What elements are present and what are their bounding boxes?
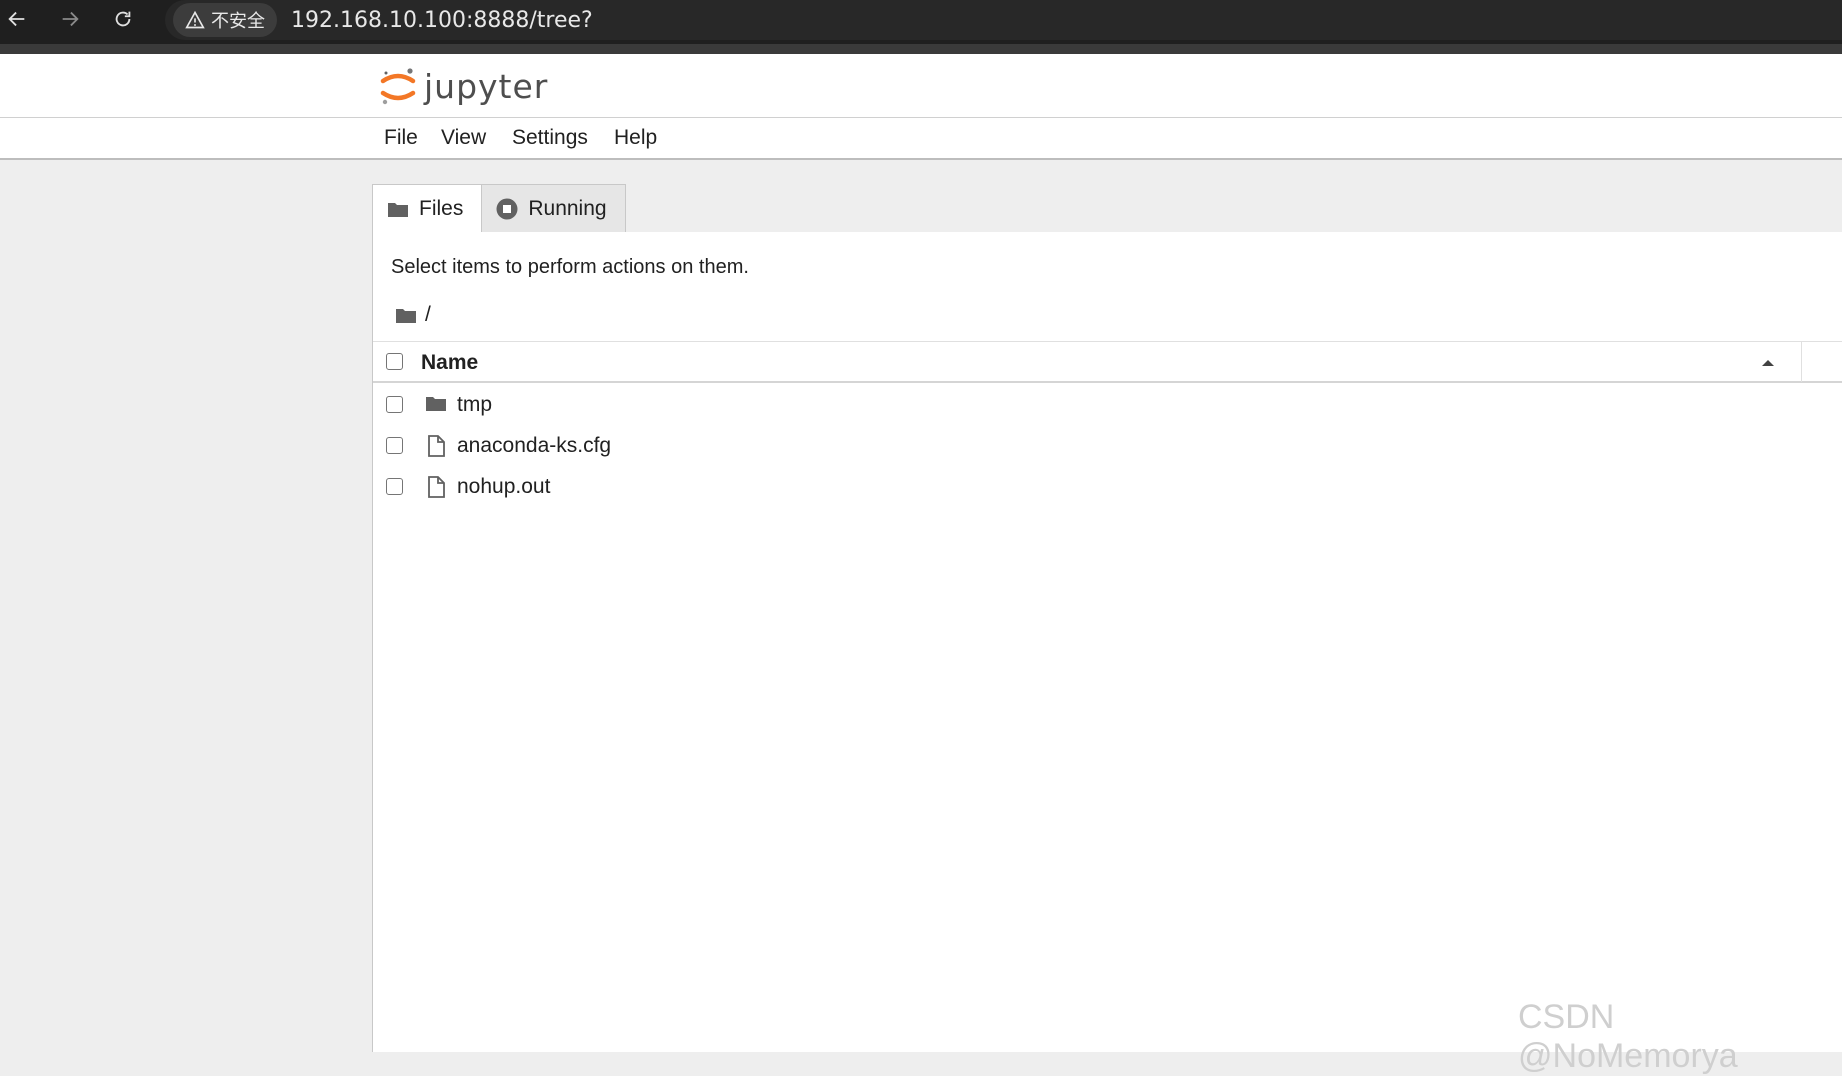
security-chip[interactable]: 不安全: [173, 3, 277, 37]
breadcrumb[interactable]: /: [395, 303, 431, 327]
menu-file[interactable]: File: [384, 126, 418, 150]
menu-settings[interactable]: Settings: [512, 126, 588, 150]
select-all-checkbox[interactable]: [386, 353, 403, 370]
tab-running[interactable]: Running: [482, 184, 626, 233]
browser-toolbar: 不安全 192.168.10.100:8888/tree?: [0, 0, 1842, 54]
jupyter-logo[interactable]: jupyter: [380, 64, 548, 108]
file-row-nohup[interactable]: nohup.out: [373, 466, 1842, 507]
column-divider: [1801, 342, 1802, 382]
folder-icon: [426, 397, 446, 411]
menu-bar: File View Settings Help: [0, 118, 1842, 160]
file-row-anaconda-ks[interactable]: anaconda-ks.cfg: [373, 425, 1842, 466]
file-icon: [428, 435, 445, 457]
jupyter-logo-text: jupyter: [424, 66, 549, 106]
tab-files[interactable]: Files: [372, 184, 483, 233]
menu-view[interactable]: View: [441, 126, 486, 150]
folder-icon: [396, 309, 416, 323]
address-bar[interactable]: 不安全 192.168.10.100:8888/tree?: [165, 0, 1842, 40]
file-name[interactable]: anaconda-ks.cfg: [457, 434, 611, 458]
folder-icon: [388, 203, 408, 217]
file-icon: [428, 476, 445, 498]
forward-button[interactable]: [55, 4, 85, 34]
file-list-header: Name: [373, 341, 1842, 383]
file-name[interactable]: nohup.out: [457, 475, 550, 499]
url-text[interactable]: 192.168.10.100:8888/tree?: [291, 8, 593, 33]
row-checkbox[interactable]: [386, 478, 403, 495]
warning-icon: [185, 10, 205, 29]
watermark: CSDN @NoMemorya: [1518, 998, 1738, 1075]
menu-help[interactable]: Help: [614, 126, 657, 150]
column-header-name[interactable]: Name: [421, 351, 478, 375]
file-row-tmp[interactable]: tmp: [373, 384, 1842, 425]
reload-button[interactable]: [108, 4, 138, 34]
back-button[interactable]: [2, 4, 32, 34]
jupyter-header: jupyter: [0, 54, 1842, 118]
arrow-right-icon: [62, 11, 79, 27]
tab-files-label: Files: [419, 197, 464, 220]
caret-up-icon[interactable]: [1761, 358, 1775, 367]
row-checkbox[interactable]: [386, 437, 403, 454]
row-checkbox[interactable]: [386, 396, 403, 413]
security-label: 不安全: [211, 11, 265, 32]
stop-circle-icon: [496, 198, 518, 220]
reload-icon: [115, 11, 131, 27]
jupyter-logo-icon: [380, 68, 416, 105]
main-tabs: Files Running: [372, 184, 626, 233]
tab-running-label: Running: [528, 197, 607, 220]
arrow-left-icon: [8, 11, 25, 27]
file-browser-panel: Select items to perform actions on them.…: [372, 232, 1842, 1052]
breadcrumb-root[interactable]: /: [425, 303, 431, 327]
instructions-text: Select items to perform actions on them.: [391, 256, 749, 278]
file-name[interactable]: tmp: [457, 393, 492, 417]
